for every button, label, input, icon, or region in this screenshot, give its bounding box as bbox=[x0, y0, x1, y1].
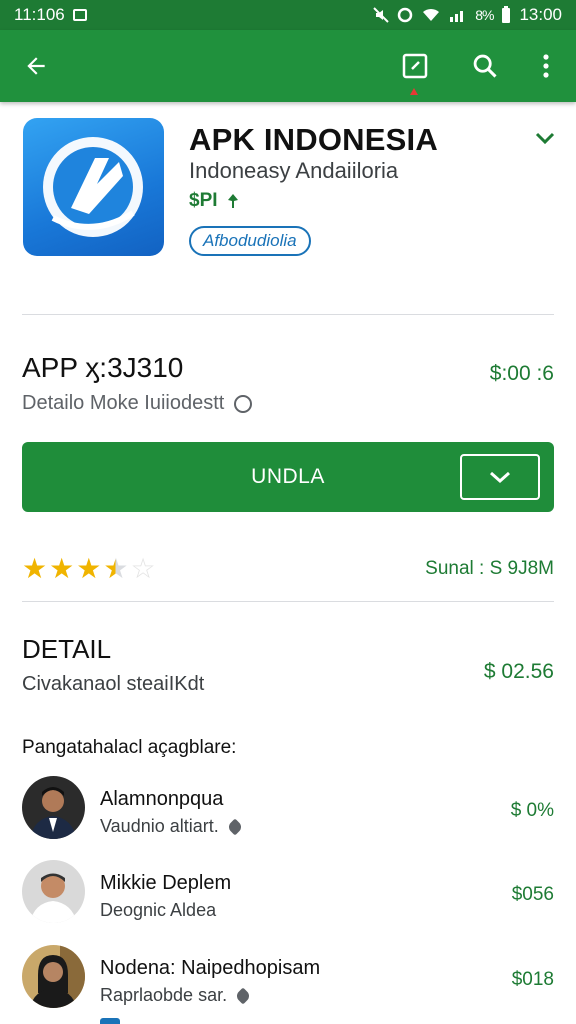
category-tag[interactable]: Afbodudiolia bbox=[189, 226, 311, 256]
reviewer-subtitle: Deognic Aldea bbox=[100, 900, 216, 921]
collapse-button[interactable] bbox=[530, 124, 560, 152]
avatar bbox=[22, 860, 85, 923]
person-avatar-icon bbox=[22, 776, 85, 839]
rating-stars: ★ ★ ★ ★ ☆ bbox=[22, 555, 156, 583]
data-saver-icon bbox=[397, 7, 413, 23]
signal-icon bbox=[450, 11, 464, 22]
star-half-icon: ★ bbox=[103, 553, 129, 584]
info-icon[interactable] bbox=[234, 394, 253, 413]
reviewer-item[interactable]: Nodena: Naipedhopisam Raprlaobde sar. $0… bbox=[0, 945, 576, 1015]
status-bar: 11:106 8% 13:00 bbox=[0, 0, 576, 30]
back-button[interactable] bbox=[16, 46, 56, 86]
app-logo bbox=[23, 118, 164, 256]
version-title: APP ӽ:3J310 bbox=[22, 352, 184, 383]
reviewer-value: $ 0% bbox=[510, 800, 554, 821]
download-size: Sunal : S 9J8M bbox=[425, 558, 554, 579]
pin-icon bbox=[227, 194, 238, 208]
person-avatar-icon bbox=[22, 945, 85, 1008]
battery-icon bbox=[502, 6, 511, 23]
reviewer-subtitle-text: Vaudnio altiart. bbox=[100, 816, 219, 836]
reviewer-item[interactable]: Alamnonpqua Vaudnio altiart. $ 0% bbox=[0, 776, 576, 846]
star-icon: ★ bbox=[76, 553, 102, 584]
star-icon: ★ bbox=[22, 553, 48, 584]
reviewer-subtitle-text: Raprlaobde sar. bbox=[100, 985, 228, 1005]
install-dropdown-button[interactable] bbox=[460, 454, 540, 500]
star-icon: ★ bbox=[49, 553, 75, 584]
pin-icon bbox=[234, 987, 252, 1004]
reviewer-name: Alamnonpqua bbox=[100, 788, 224, 810]
reviewer-name: Nodena: Naipedhopisam bbox=[100, 957, 321, 979]
status-time-right: 13:00 bbox=[519, 5, 562, 24]
more-options-button[interactable] bbox=[526, 46, 566, 86]
app-developer[interactable]: Indoneasy Andaiiloria bbox=[189, 158, 398, 184]
detail-subtitle: Civakanaol steaiIKdt bbox=[22, 673, 205, 695]
detail-price: $ 02.56 bbox=[483, 660, 554, 683]
edit-button[interactable] bbox=[395, 46, 435, 86]
chevron-down-icon bbox=[535, 132, 555, 145]
install-button[interactable]: UNDLA bbox=[22, 442, 554, 512]
battery-percent: 8% bbox=[475, 7, 494, 23]
reviewer-subtitle-text: Deognic Aldea bbox=[100, 900, 217, 920]
detail-heading: DETAIL bbox=[22, 634, 112, 664]
reviewer-value: $018 bbox=[511, 969, 554, 990]
wifi-icon bbox=[423, 8, 440, 21]
arrow-back-icon bbox=[27, 57, 45, 75]
app-price: $PI bbox=[189, 190, 240, 212]
app-price-label: $PI bbox=[189, 190, 218, 211]
pin-icon bbox=[226, 818, 244, 835]
more-vert-icon bbox=[543, 54, 549, 78]
chevron-down-icon bbox=[490, 471, 510, 484]
version-price: $:00 :6 bbox=[489, 362, 554, 385]
reviewer-item[interactable]: Mikkie Deplem Deognic Aldea $056 bbox=[0, 860, 576, 930]
reviewer-subtitle: Vaudnio altiart. bbox=[100, 816, 244, 837]
search-icon bbox=[473, 54, 497, 78]
version-subtitle: Detailo Moke Iuiiodestt bbox=[22, 392, 253, 415]
reviewer-value: $056 bbox=[511, 884, 554, 905]
notification-icon bbox=[72, 9, 87, 21]
star-empty-icon: ☆ bbox=[130, 553, 156, 584]
app-logo-icon bbox=[43, 137, 143, 237]
reviewers-section-label: Pangatahalacl açagblare: bbox=[22, 737, 237, 758]
person-avatar-icon bbox=[22, 860, 85, 923]
reviewer-subtitle: Raprlaobde sar. bbox=[100, 985, 252, 1006]
status-time-left: 11:106 bbox=[14, 5, 65, 24]
search-button[interactable] bbox=[465, 46, 505, 86]
version-subtitle-text: Detailo Moke Iuiiodestt bbox=[22, 392, 225, 414]
avatar bbox=[22, 945, 85, 1008]
mute-icon bbox=[373, 7, 389, 23]
reviewer-name: Mikkie Deplem bbox=[100, 872, 232, 894]
scroll-hint bbox=[100, 1018, 120, 1024]
edit-icon bbox=[402, 53, 428, 79]
avatar bbox=[22, 776, 85, 839]
indicator-marker bbox=[410, 88, 418, 95]
app-title: APK INDONESIA bbox=[189, 122, 438, 157]
divider bbox=[22, 314, 554, 315]
divider bbox=[22, 601, 554, 602]
app-bar bbox=[0, 30, 576, 102]
